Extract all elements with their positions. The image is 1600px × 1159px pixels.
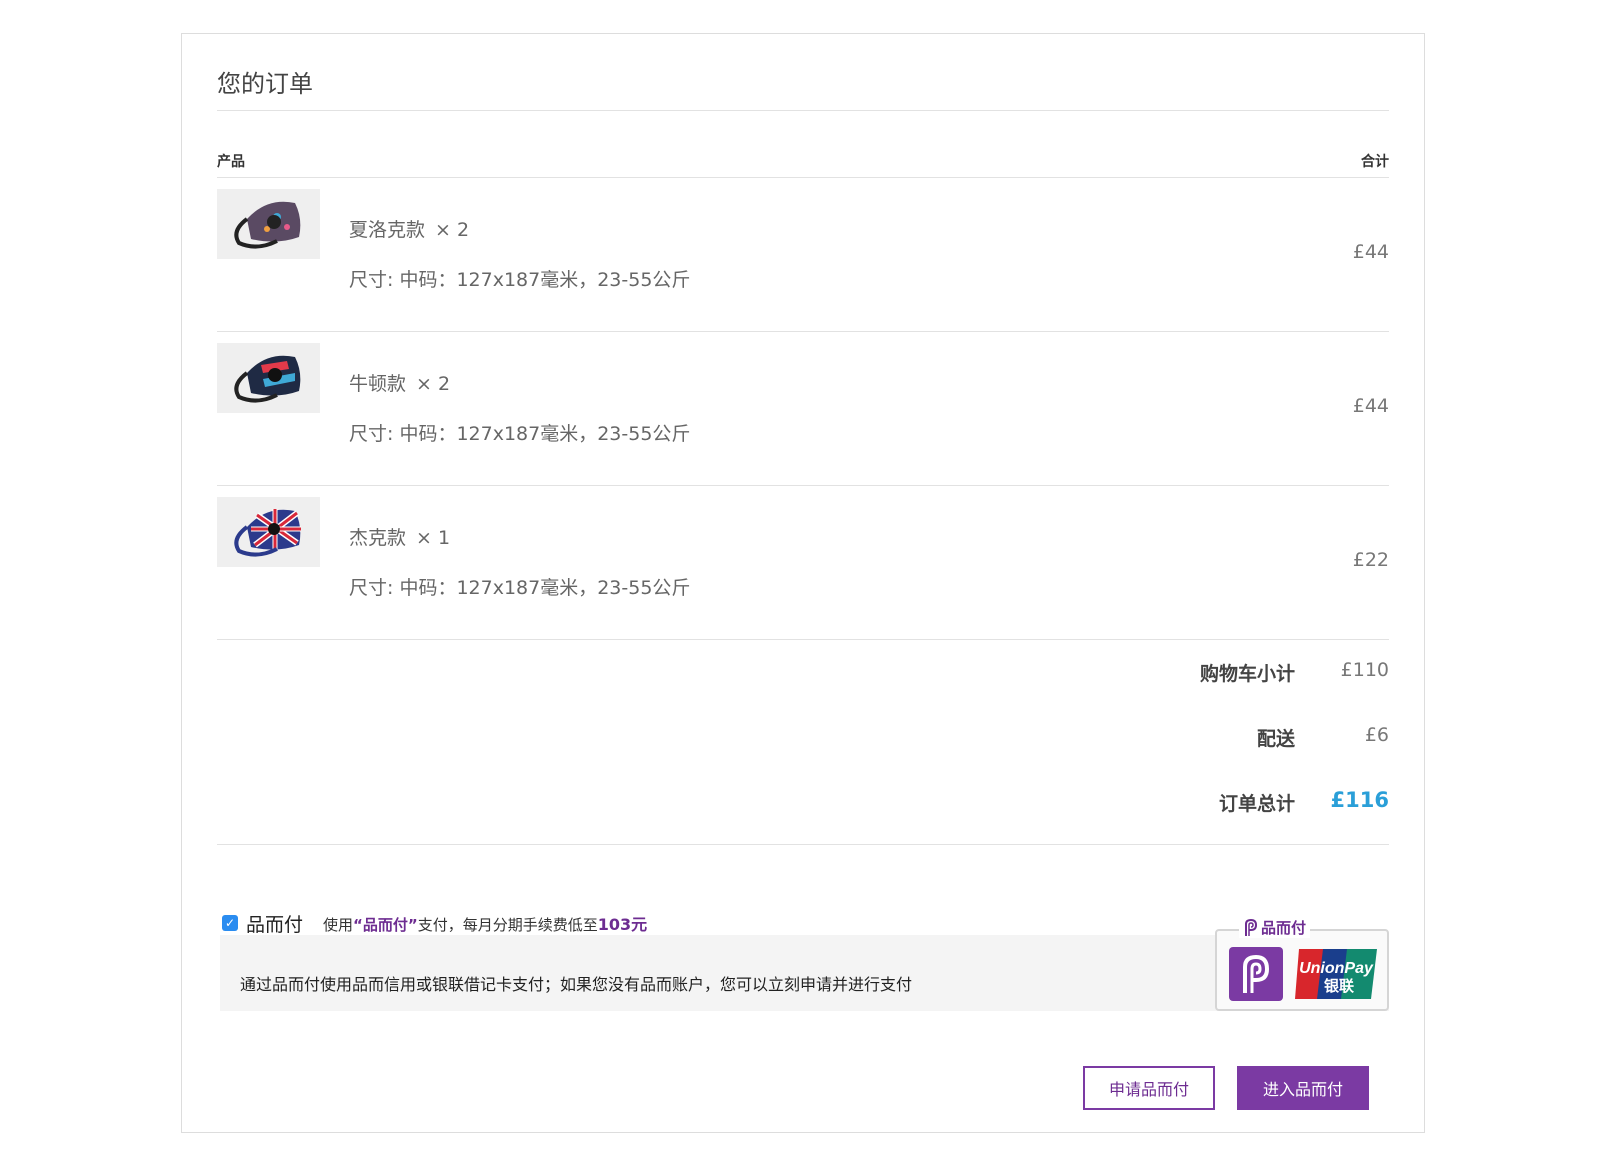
pinerfu-tag-label: 品而付 (1261, 919, 1307, 937)
product-image-mask[interactable] (217, 343, 320, 413)
pinerfu-logo-icon (1229, 947, 1283, 1001)
proceed-pinerfu-button[interactable]: 进入品而付 (1237, 1066, 1369, 1110)
order-item: 杰克款 × 1 尺寸: 中码：127x187毫米，23-55公斤 £22 (217, 485, 1389, 639)
order-total-value: £116 (1330, 788, 1389, 812)
item-size: 尺寸: 中码：127x187毫米，23-55公斤 (349, 577, 691, 599)
shipping-label: 配送 (1256, 728, 1295, 750)
item-price: £44 (1352, 241, 1389, 263)
payment-checkbox[interactable]: ✓ (222, 915, 238, 931)
item-size: 尺寸: 中码：127x187毫米，23-55公斤 (349, 269, 691, 291)
item-name-text: 杰克款 (349, 527, 407, 549)
pinerfu-mark-icon (1245, 918, 1258, 936)
subtotal-row: 购物车小计 £110 (989, 659, 1389, 689)
shipping-value: £6 (1364, 724, 1389, 746)
unionpay-text: UnionPay (1299, 960, 1374, 977)
subtotal-label: 购物车小计 (1199, 663, 1295, 685)
payment-note-prefix: 使用 (323, 916, 354, 934)
item-price: £22 (1352, 549, 1389, 571)
payment-description: 通过品而付使用品而信用或银联借记卡支付；如果您没有品而账户，您可以立刻申请并进行… (240, 975, 913, 994)
item-quantity: × 2 (435, 219, 470, 241)
divider (217, 844, 1389, 845)
divider (217, 110, 1389, 111)
shipping-row: 配送 £6 (989, 724, 1389, 754)
payment-method-name[interactable]: 品而付 (246, 910, 303, 937)
unionpay-logo-icon: UnionPay 银联 (1295, 949, 1377, 999)
unionpay-cn-text: 银联 (1324, 977, 1355, 995)
item-name: 杰克款 × 1 (349, 523, 450, 550)
payment-option[interactable]: ✓ 品而付 使用“品而付”支付，每月分期手续费低至103元 (222, 908, 647, 938)
item-quantity: × 2 (416, 373, 451, 395)
item-name: 夏洛克款 × 2 (349, 215, 469, 242)
column-header-product: 产品 (217, 154, 245, 170)
order-card: 您的订单 产品 合计 夏洛克款 × 2 尺寸: 中码：127x187毫米，23-5… (181, 33, 1425, 1133)
item-name-text: 夏洛克款 (349, 219, 426, 241)
item-price: £44 (1352, 395, 1389, 417)
pinerfu-tag: 品而付 (1239, 917, 1311, 938)
order-total-row: 订单总计 £116 (989, 788, 1389, 819)
subtotal-value: £110 (1340, 659, 1389, 681)
column-header-total: 合计 (1361, 154, 1389, 170)
payment-description-box: 通过品而付使用品而信用或银联借记卡支付；如果您没有品而账户，您可以立刻申请并进行… (220, 935, 1389, 1011)
apply-pinerfu-button[interactable]: 申请品而付 (1083, 1066, 1215, 1110)
divider (217, 639, 1389, 640)
item-name: 牛顿款 × 2 (349, 369, 450, 396)
page-title: 您的订单 (217, 70, 313, 98)
payment-note-amount: 103元 (597, 915, 648, 934)
product-image-mask[interactable] (217, 189, 320, 259)
payment-logos: 品而付 UnionPay 银联 (1215, 917, 1389, 1011)
order-item: 夏洛克款 × 2 尺寸: 中码：127x187毫米，23-55公斤 £44 (217, 177, 1389, 331)
item-name-text: 牛顿款 (349, 373, 407, 395)
product-image-mask[interactable] (217, 497, 320, 567)
order-total-label: 订单总计 (1218, 793, 1295, 815)
payment-note-middle: 支付，每月分期手续费低至 (417, 916, 598, 934)
payment-note-highlight: “品而付” (353, 916, 418, 934)
item-quantity: × 1 (416, 527, 451, 549)
payment-note: 使用“品而付”支付，每月分期手续费低至103元 (323, 911, 647, 935)
order-item: 牛顿款 × 2 尺寸: 中码：127x187毫米，23-55公斤 £44 (217, 331, 1389, 485)
item-size: 尺寸: 中码：127x187毫米，23-55公斤 (349, 423, 691, 445)
